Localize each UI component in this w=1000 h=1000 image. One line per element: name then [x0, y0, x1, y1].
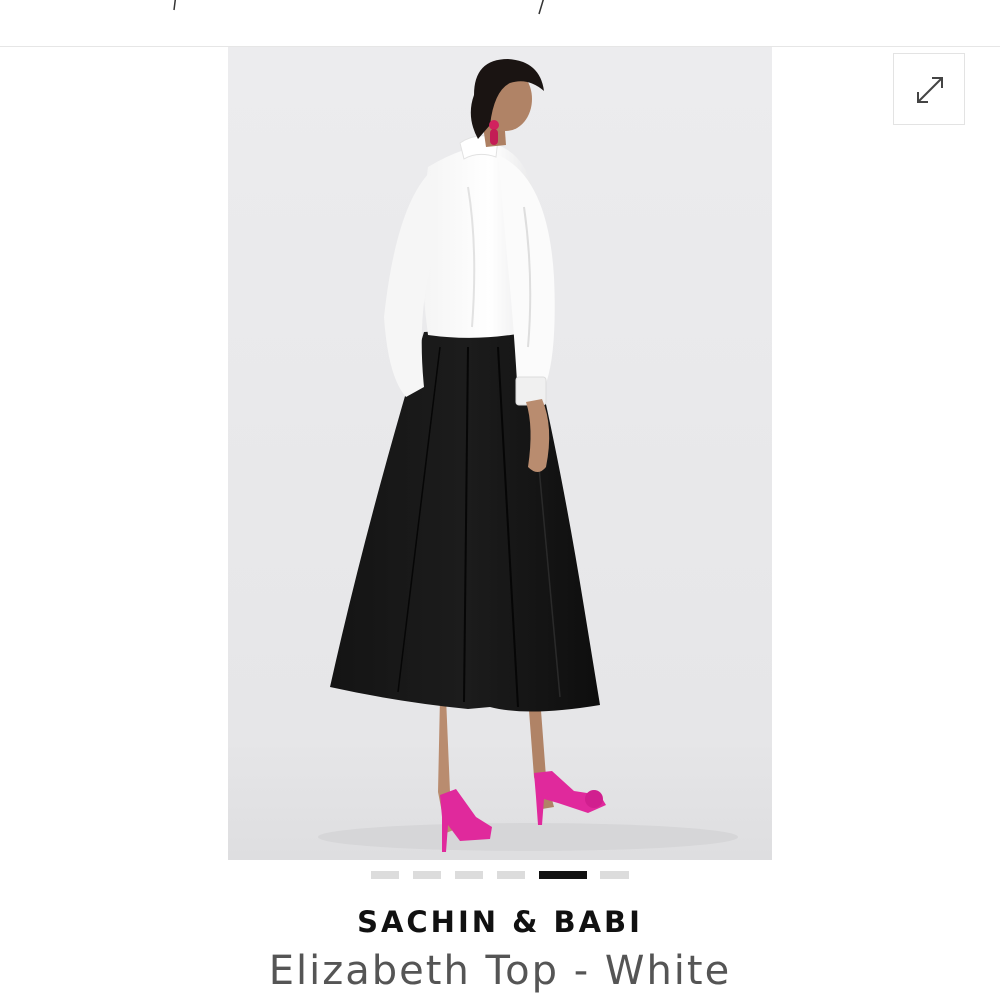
- site-header: [0, 0, 1000, 47]
- header-glyph-fragment: [538, 0, 544, 15]
- product-image[interactable]: [228, 47, 772, 860]
- header-glyph-fragment: [173, 0, 177, 11]
- carousel-dot[interactable]: [455, 871, 483, 879]
- product-brand[interactable]: SACHIN & BABI: [0, 905, 1000, 939]
- carousel-indicators: [370, 870, 630, 880]
- product-title: Elizabeth Top - White: [268, 948, 732, 994]
- carousel-dot[interactable]: [600, 871, 629, 879]
- carousel-dot-active[interactable]: [539, 871, 587, 879]
- expand-arrows-icon: [917, 77, 943, 103]
- carousel-dot[interactable]: [413, 871, 441, 879]
- model-back-view-photo: [228, 47, 772, 860]
- carousel-dot[interactable]: [497, 871, 525, 879]
- carousel-dot[interactable]: [371, 871, 399, 879]
- expand-image-button[interactable]: [893, 53, 965, 125]
